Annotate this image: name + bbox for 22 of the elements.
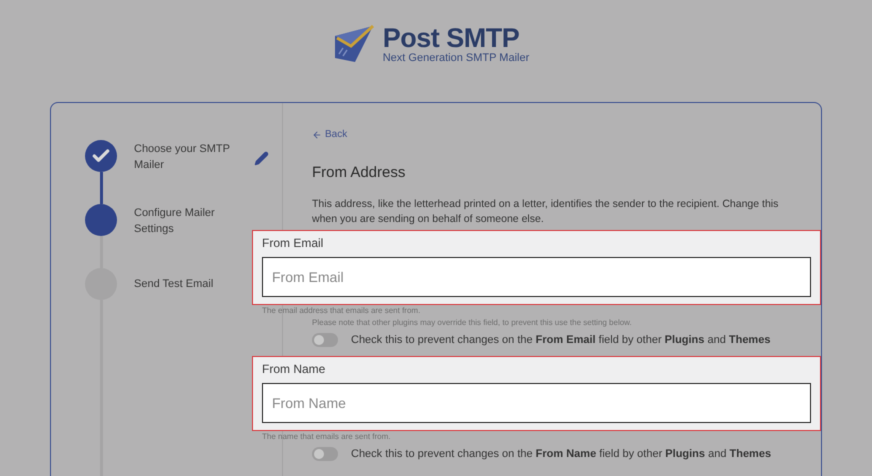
- toggle-switch[interactable]: [312, 447, 338, 462]
- help-text: The name that emails are sent from.: [262, 432, 392, 442]
- pencil-icon[interactable]: [254, 151, 269, 166]
- field-label: From Name: [262, 361, 326, 378]
- note-text: Please note that other plugins may override this field, to prevent this use the setting below.: [312, 316, 633, 328]
- section-title: From Address: [312, 163, 406, 183]
- section-description: This address, like the letterhead printed on a letter, identifies the sender to the recipient. Change this when you are sending on behalf of someone else.: [312, 196, 780, 226]
- step-label: Configure Mailer Settings: [134, 206, 216, 237]
- field-label: From Email: [262, 234, 324, 252]
- toggle-label: Check this to prevent changes on the From Email field by other Plugins and Themes: [351, 332, 770, 348]
- logo-tagline: Next Generation SMTP Mailer: [382, 52, 530, 64]
- toggle-switch[interactable]: [312, 332, 338, 347]
- envelope-logo-icon: [332, 24, 377, 64]
- text-input[interactable]: From Name: [262, 383, 811, 423]
- step-label: Choose your SMTP Mailer: [134, 142, 231, 173]
- toggle-label: Check this to prevent changes on the From Name field by other Plugins and Themes: [351, 447, 772, 462]
- logo-title: Post SMTP: [382, 24, 520, 52]
- text-input[interactable]: From Email: [262, 256, 811, 296]
- arrow-left-icon: [312, 130, 322, 140]
- back-link[interactable]: Back: [312, 127, 348, 142]
- step-label: Send Test Email: [134, 277, 214, 292]
- help-text: The email address that emails are sent from.: [262, 306, 422, 316]
